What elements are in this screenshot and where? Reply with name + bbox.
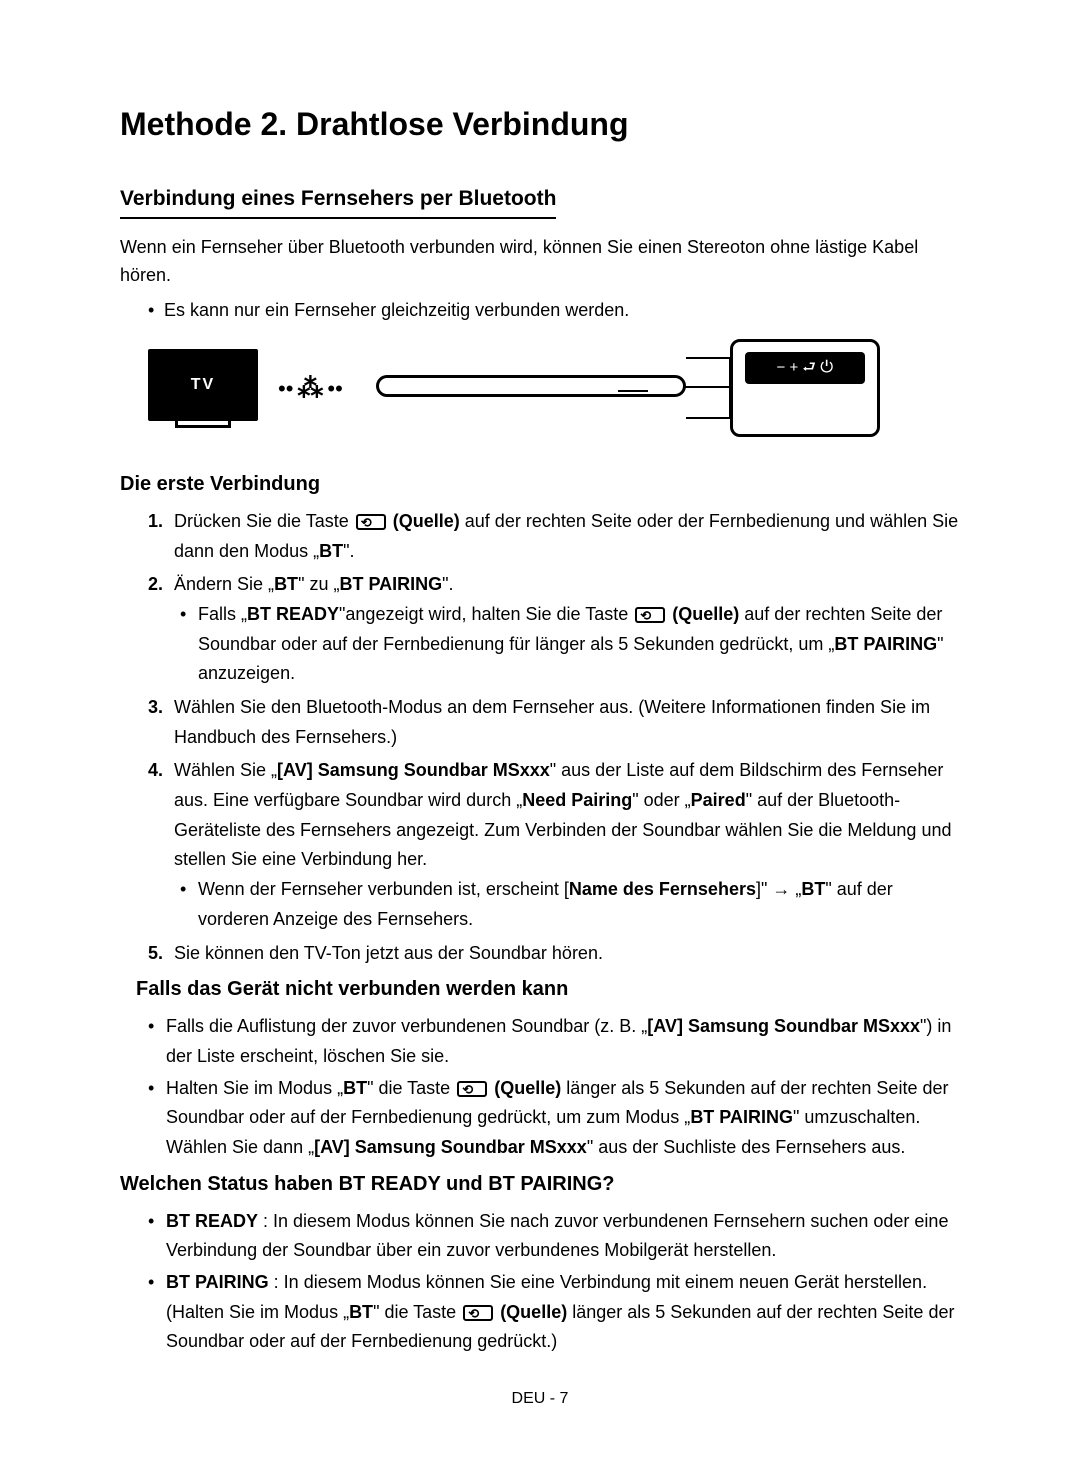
intro-bullet: Es kann nur ein Fernseher gleichzeitig v… bbox=[148, 296, 960, 325]
troubleshoot-item-1: Falls die Auflistung der zuvor verbunden… bbox=[148, 1012, 960, 1071]
page-footer: DEU - 7 bbox=[120, 1387, 960, 1411]
step-3: 3. Wählen Sie den Bluetooth-Modus an dem… bbox=[148, 693, 960, 752]
step-4: 4. Wählen Sie „[AV] Samsung Soundbar MSx… bbox=[148, 756, 960, 934]
control-symbols: − + ⮐ ⏻ bbox=[745, 352, 865, 384]
source-icon bbox=[356, 514, 386, 530]
step-5: 5. Sie können den TV-Ton jetzt aus der S… bbox=[148, 939, 960, 969]
status-item-1: BT READY : In diesem Modus können Sie na… bbox=[148, 1207, 960, 1266]
section-title-bluetooth: Verbindung eines Fernsehers per Bluetoot… bbox=[120, 183, 556, 219]
status-title: Welchen Status haben BT READY und BT PAI… bbox=[120, 1169, 960, 1199]
troubleshoot-item-2: Halten Sie im Modus „BT" die Taste (Quel… bbox=[148, 1074, 960, 1163]
tv-label: TV bbox=[151, 352, 255, 418]
source-icon bbox=[457, 1081, 487, 1097]
step-2-sub: Falls „BT READY"angezeigt wird, halten S… bbox=[180, 600, 960, 689]
source-icon bbox=[635, 607, 665, 623]
troubleshoot-title: Falls das Gerät nicht verbunden werden k… bbox=[120, 974, 960, 1004]
step-2: 2. Ändern Sie „BT" zu „BT PAIRING". Fall… bbox=[148, 570, 960, 689]
status-item-2: BT PAIRING : In diesem Modus können Sie … bbox=[148, 1268, 960, 1357]
connector-line bbox=[686, 357, 731, 419]
source-icon bbox=[463, 1305, 493, 1321]
page-heading: Methode 2. Drahtlose Verbindung bbox=[120, 100, 960, 148]
soundbar-illustration bbox=[376, 375, 686, 397]
connection-diagram: TV ••⁂•• − + ⮐ ⏻ bbox=[148, 339, 960, 449]
first-connection-title: Die erste Verbindung bbox=[120, 469, 960, 499]
step-4-sub: Wenn der Fernseher verbunden ist, ersche… bbox=[180, 875, 960, 934]
tv-illustration: TV bbox=[148, 349, 258, 421]
intro-text: Wenn ein Fernseher über Bluetooth verbun… bbox=[120, 233, 960, 291]
bluetooth-icon: ••⁂•• bbox=[278, 369, 343, 408]
control-panel-illustration: − + ⮐ ⏻ bbox=[730, 339, 880, 437]
step-1: 1. Drücken Sie die Taste (Quelle) auf de… bbox=[148, 507, 960, 566]
